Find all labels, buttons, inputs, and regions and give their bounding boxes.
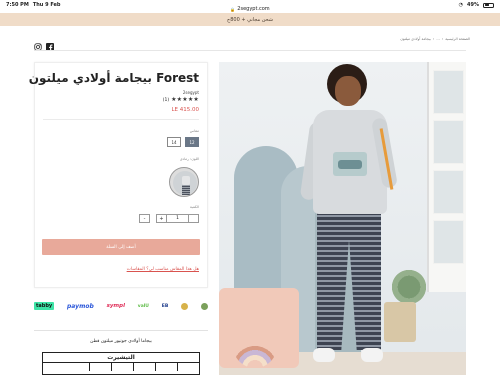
- valu-logo: valU: [137, 303, 149, 309]
- product-price: LE 415.00: [171, 107, 199, 113]
- window: [427, 62, 466, 292]
- star-rating-icon: ★★★★★: [171, 96, 199, 103]
- announcement-text: شحن مجاني + 800ج: [227, 16, 273, 23]
- quantity-input[interactable]: 1: [167, 214, 188, 223]
- product-description: بيجاما أولادي جونيور ميلتون قطن: [90, 339, 152, 344]
- eb-logo: EB: [161, 303, 169, 309]
- social-links: [34, 36, 54, 51]
- breadcrumb-middle[interactable]: ...: [436, 37, 439, 41]
- sympl-logo: sympl: [106, 303, 125, 309]
- color-swatch[interactable]: [169, 167, 199, 197]
- bank-logo-icon: [181, 302, 189, 310]
- facebook-icon[interactable]: [46, 36, 54, 51]
- color-label: اللون: رمادي: [179, 157, 199, 161]
- quantity-increase-button[interactable]: +: [156, 214, 167, 223]
- product-image[interactable]: [219, 62, 466, 375]
- size-options: 14 12: [167, 137, 199, 147]
- announcement-bar: شحن مجاني + 800ج: [0, 13, 500, 26]
- instagram-icon[interactable]: [34, 36, 42, 51]
- size-guide-link[interactable]: هل هذا المقاس مناسب لي؟ المقاسات: [127, 267, 199, 272]
- quantity-decrease-button[interactable]: -: [139, 214, 150, 223]
- rating-count: (1): [162, 97, 170, 103]
- size-chart-title: التيشيرت: [43, 353, 199, 363]
- quantity-stepper-end[interactable]: [188, 214, 199, 223]
- site-header: الصفحة الرئيسية › ... › بيجامة أولادي مي…: [0, 30, 500, 51]
- breadcrumb-current: بيجامة أولادي ميلتون: [400, 37, 431, 41]
- model-figure: [295, 64, 405, 375]
- description-divider: [34, 330, 208, 331]
- add-to-cart-button[interactable]: أضف إلى السلة: [42, 239, 200, 255]
- swatch-image: [173, 171, 197, 195]
- size-option-14[interactable]: 14: [167, 137, 181, 147]
- table-row: [43, 363, 199, 371]
- breadcrumb-home[interactable]: الصفحة الرئيسية: [445, 37, 470, 41]
- paymob-logo: paymob: [67, 302, 94, 310]
- product-rating[interactable]: (1) ★★★★★: [163, 97, 199, 103]
- size-option-12[interactable]: 12: [185, 137, 199, 147]
- size-label: مقاس: [189, 129, 199, 133]
- quantity-stepper: - + 1: [139, 214, 199, 223]
- payment-logos: tabby paymob sympl valU EB: [34, 295, 208, 317]
- size-chart-table: التيشيرت: [42, 352, 200, 375]
- tabby-logo: tabby: [34, 302, 55, 310]
- lock-icon: 🔒: [230, 6, 236, 12]
- divider: [43, 119, 199, 120]
- breadcrumb: الصفحة الرئيسية › ... › بيجامة أولادي مي…: [400, 37, 470, 41]
- quantity-label: الكمية: [189, 205, 199, 209]
- product-title: Forest بيجامة أولادي ميلتون: [28, 71, 199, 85]
- product-info-card: Forest بيجامة أولادي ميلتون 2segypt (1) …: [29, 62, 208, 288]
- bank-logo-icon: [200, 302, 208, 310]
- url-text[interactable]: 2segypt.com: [237, 6, 269, 12]
- header-divider: [34, 50, 466, 51]
- product-vendor[interactable]: 2segypt: [183, 90, 199, 95]
